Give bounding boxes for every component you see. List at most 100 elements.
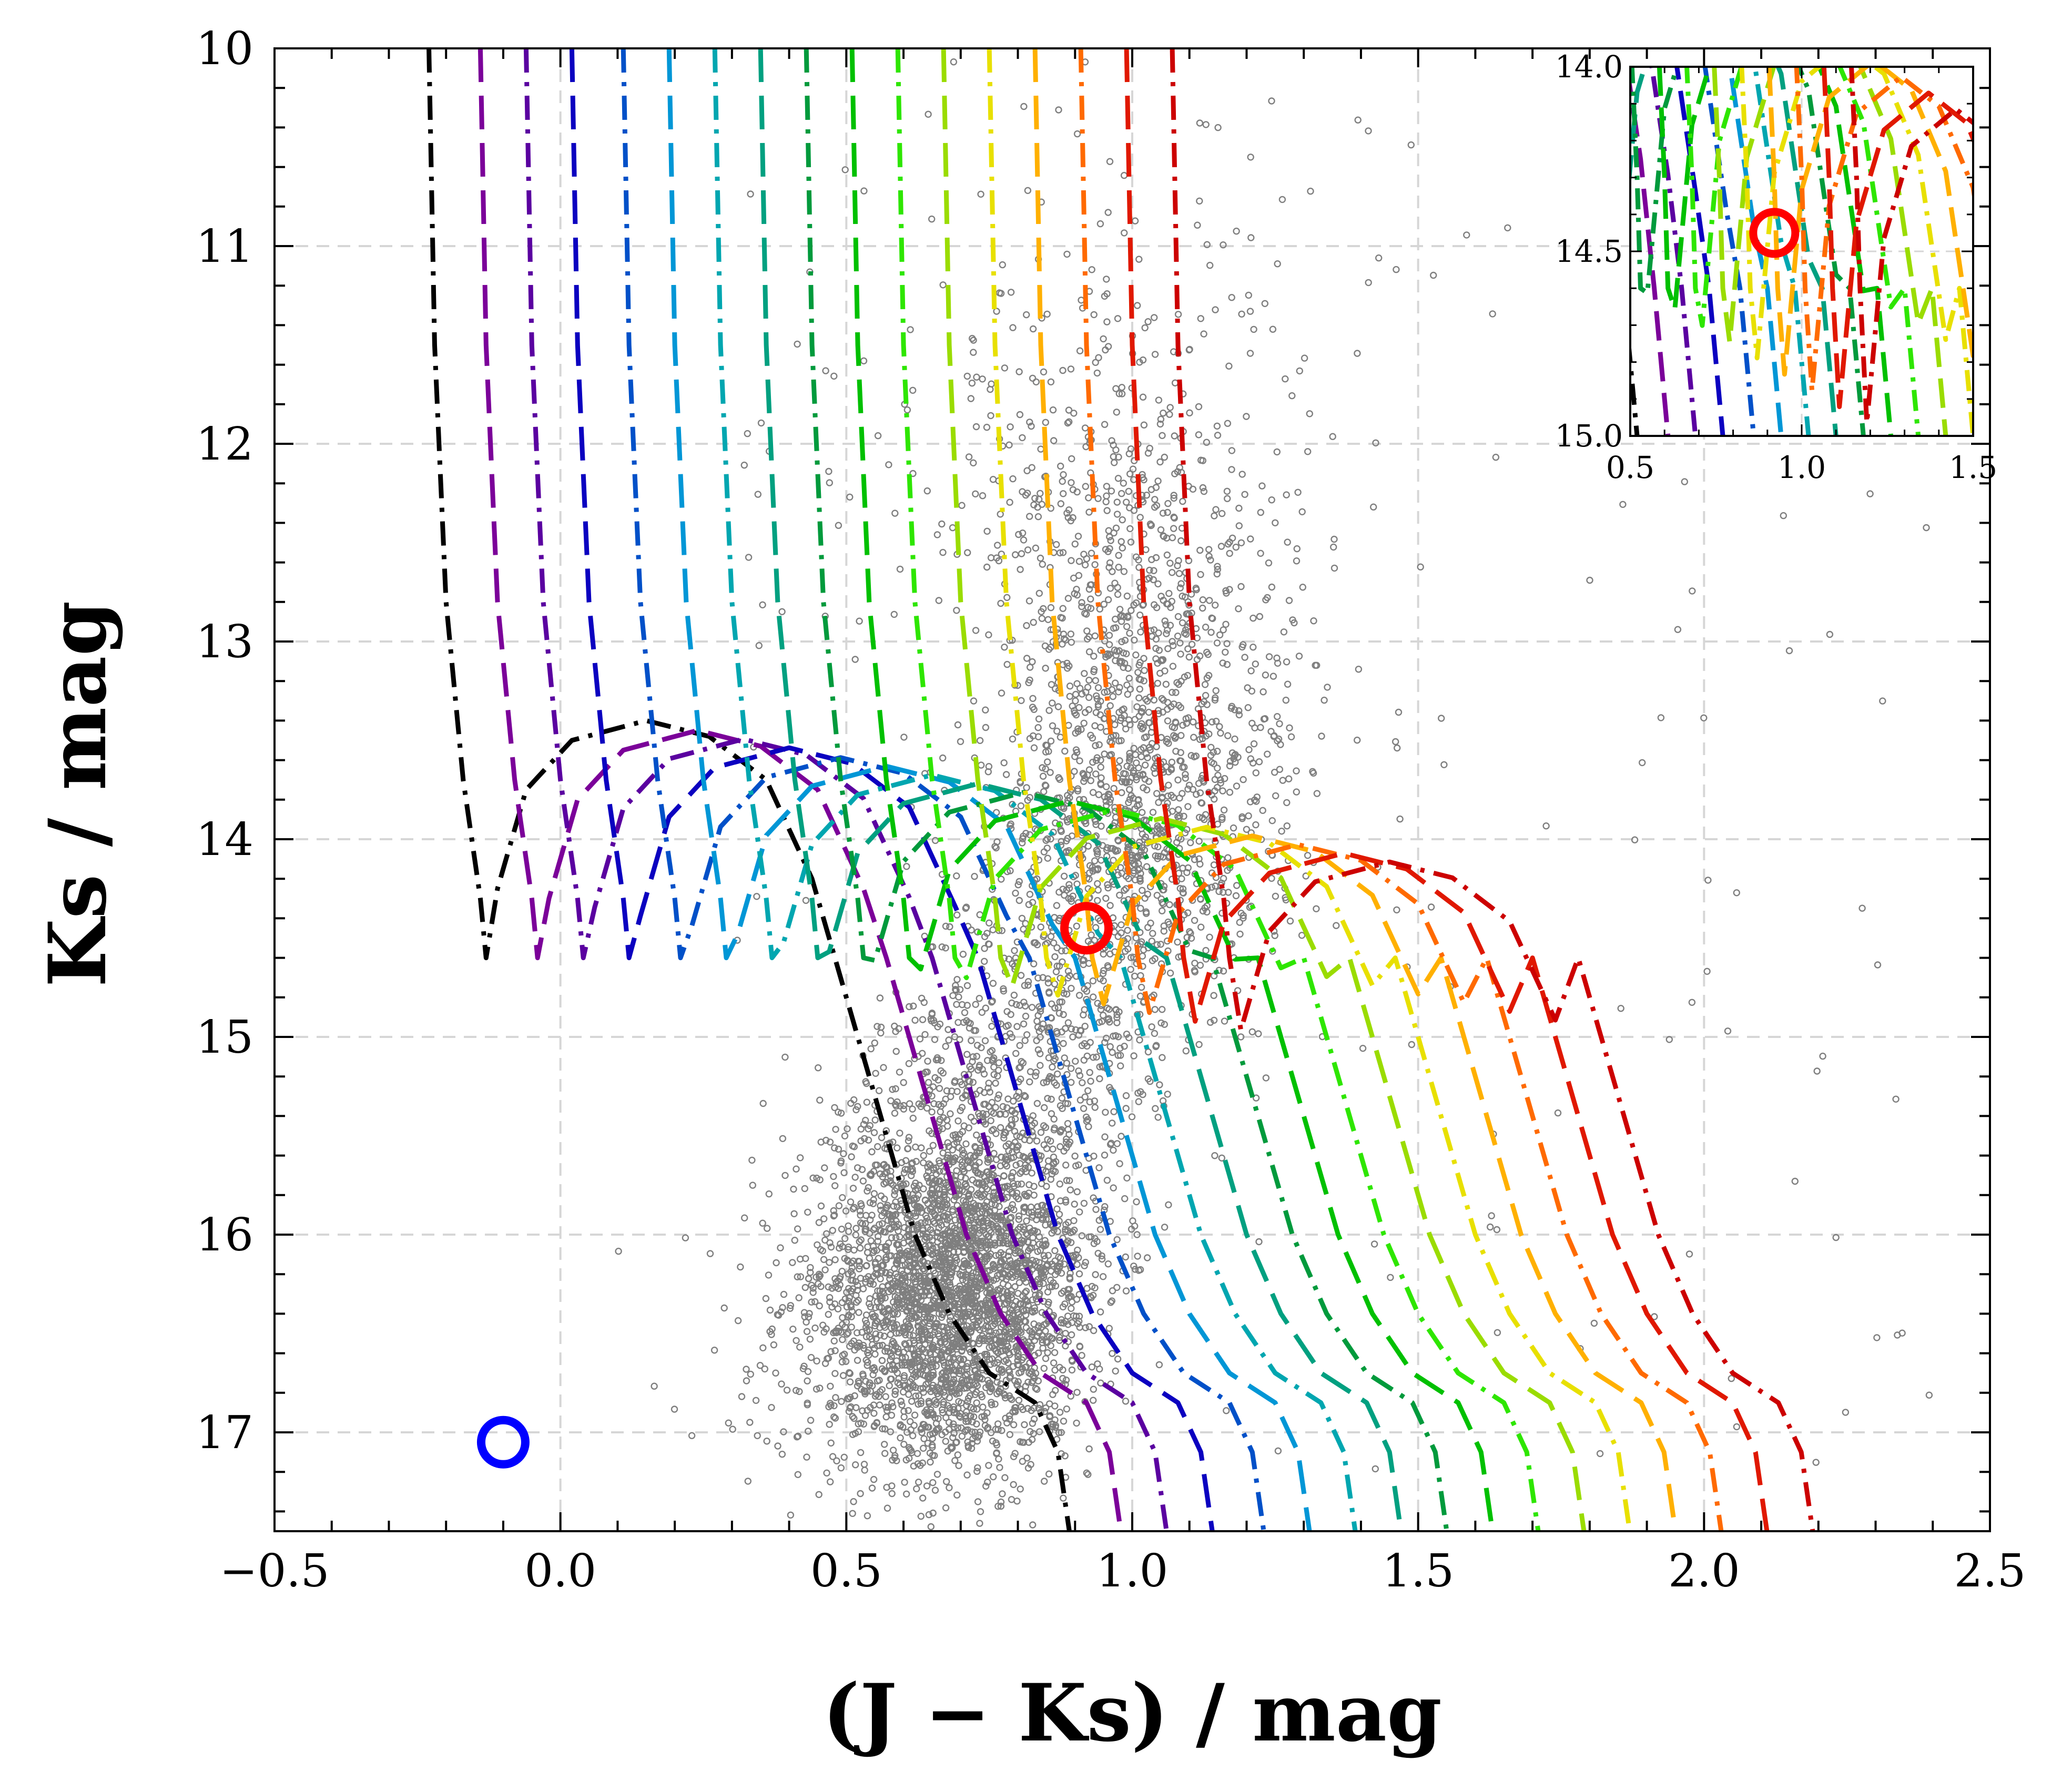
scatter-point (877, 1402, 882, 1408)
scatter-point (913, 1486, 919, 1492)
scatter-point (850, 1185, 856, 1191)
scatter-point (1183, 1048, 1189, 1054)
scatter-point (916, 1479, 921, 1485)
scatter-point (865, 1513, 870, 1519)
scatter-point (956, 994, 961, 1000)
scatter-point (1196, 838, 1202, 844)
scatter-point (947, 1111, 953, 1117)
scatter-point (817, 1097, 822, 1103)
scatter-point (1106, 1326, 1112, 1331)
scatter-point (973, 424, 979, 430)
scatter-point (898, 1435, 903, 1441)
scatter-point (1173, 690, 1179, 696)
scatter-point (876, 1088, 882, 1094)
scatter-point (1144, 864, 1150, 870)
scatter-point (1017, 1043, 1023, 1048)
scatter-point (749, 1157, 755, 1163)
scatter-point (1009, 1496, 1014, 1502)
scatter-point (1086, 510, 1092, 515)
scatter-point (864, 1099, 870, 1105)
scatter-point (1272, 520, 1278, 526)
scatter-point (1104, 493, 1110, 499)
scatter-point (1108, 1044, 1113, 1050)
scatter-point (1031, 619, 1037, 625)
scatter-point (928, 1524, 934, 1530)
scatter-point (918, 1145, 924, 1151)
scatter-point (707, 1251, 713, 1257)
scatter-point (1074, 923, 1080, 929)
scatter-point (959, 1433, 965, 1439)
scatter-point (1115, 592, 1121, 597)
scatter-point (862, 1467, 868, 1473)
scatter-point (852, 1462, 858, 1468)
scatter-point (1124, 624, 1130, 629)
scatter-point (1226, 587, 1232, 593)
scatter-point (826, 1284, 831, 1290)
scatter-point (1007, 1432, 1013, 1438)
scatter-point (1133, 752, 1139, 758)
scatter-point (950, 1147, 956, 1153)
scatter-point (986, 920, 992, 926)
scatter-point (960, 951, 966, 957)
scatter-point (1333, 923, 1339, 929)
scatter-point (1074, 881, 1080, 887)
scatter-point (1259, 483, 1265, 489)
scatter-point (930, 1143, 936, 1148)
scatter-point (975, 1499, 981, 1504)
scatter-point (1076, 1271, 1082, 1277)
scatter-point (1088, 1078, 1094, 1084)
scatter-point (1051, 940, 1057, 946)
scatter-point (1356, 666, 1362, 672)
scatter-point (1110, 694, 1116, 699)
scatter-point (934, 1471, 940, 1477)
scatter-point (872, 1040, 878, 1046)
scatter-point (1286, 776, 1292, 782)
scatter-point (940, 755, 946, 761)
scatter-point (1175, 777, 1181, 783)
scatter-point (1104, 508, 1110, 514)
scatter-point (1178, 732, 1184, 738)
scatter-point (887, 1383, 892, 1389)
scatter-point (1082, 1094, 1088, 1100)
scatter-point (909, 1399, 915, 1404)
scatter-point (1067, 694, 1073, 699)
scatter-point (1025, 547, 1031, 553)
scatter-point (790, 1326, 796, 1332)
scatter-point (1123, 500, 1129, 505)
scatter-point (1025, 979, 1031, 984)
scatter-point (1181, 813, 1187, 819)
scatter-point (1128, 966, 1134, 972)
scatter-point (1090, 978, 1096, 984)
scatter-point (1045, 1096, 1051, 1102)
scatter-point (779, 1451, 785, 1457)
scatter-point (1216, 724, 1222, 729)
scatter-point (1277, 767, 1283, 772)
scatter-point (1004, 661, 1010, 667)
scatter-point (1131, 1053, 1137, 1059)
scatter-point (1072, 1202, 1078, 1207)
scatter-point (1076, 705, 1082, 710)
scatter-point (1179, 876, 1184, 882)
scatter-point (1102, 422, 1108, 427)
scatter-point (1053, 969, 1059, 975)
scatter-point (1307, 411, 1313, 416)
scatter-point (1055, 1229, 1061, 1235)
scatter-point (1220, 788, 1226, 794)
scatter-point (1037, 1402, 1043, 1408)
scatter-point (1048, 738, 1054, 744)
scatter-point (997, 1464, 1002, 1470)
scatter-point (1117, 1161, 1123, 1167)
scatter-point (910, 1115, 916, 1121)
scatter-point (1011, 1422, 1017, 1428)
scatter-point (858, 1491, 864, 1496)
scatter-point (1214, 640, 1220, 646)
scatter-point (1023, 1013, 1029, 1019)
scatter-point (955, 722, 961, 728)
scatter-point (903, 863, 909, 869)
scatter-point (851, 1247, 857, 1253)
scatter-point (888, 1332, 893, 1338)
scatter-point (1083, 1259, 1089, 1265)
scatter-point (1093, 678, 1099, 684)
scatter-point (739, 1394, 745, 1400)
scatter-point (1134, 303, 1140, 309)
